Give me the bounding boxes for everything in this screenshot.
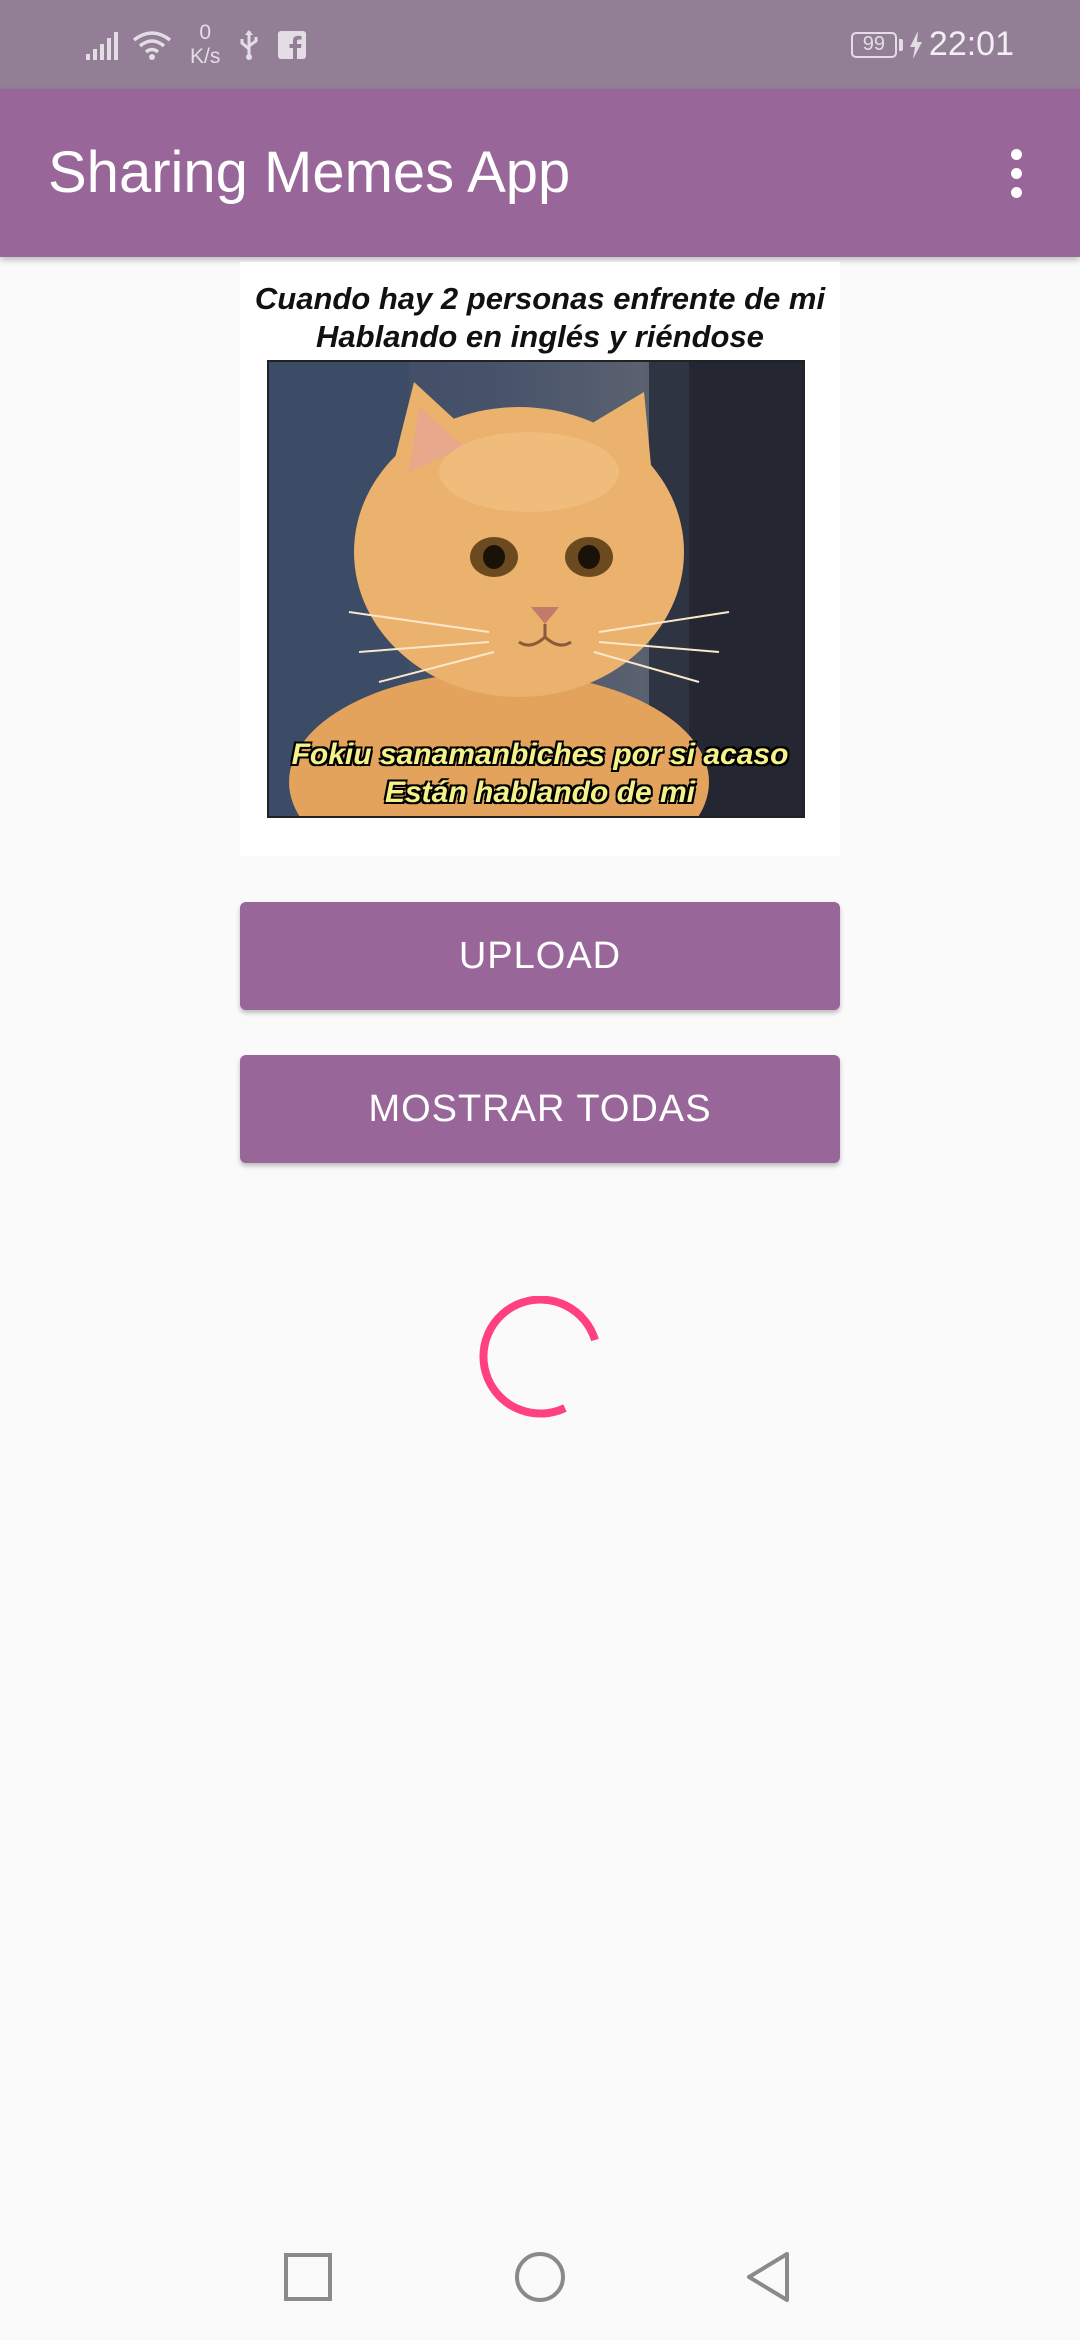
battery-level: 99 [862,33,886,55]
status-bar: 0 K/s 99 22:01 [0,0,1080,89]
meme-caption-bottom-line1: Fokiu sanamanbiches por si acaso [291,738,789,771]
status-left: 0 K/s [86,0,307,89]
net-speed: 0 K/s [190,21,220,69]
meme-caption-top-line2: Hablando en inglés y riéndose [316,319,764,354]
charging-icon [909,30,922,59]
clock: 22:01 [928,25,1014,63]
recents-square-icon[interactable] [268,2237,348,2317]
meme-caption-top-line1: Cuando hay 2 personas enfrente de mi [254,281,826,316]
meme-caption-bottom-line2: Están hablando de mi [384,776,696,809]
net-speed-value: 0 [199,20,212,44]
signal-icon [86,31,118,60]
facebook-icon [278,30,307,59]
wifi-icon [132,30,172,60]
battery-icon: 99 [850,31,897,58]
home-circle-icon[interactable] [500,2237,580,2317]
usb-icon [240,29,258,60]
meme-caption-top: Cuando hay 2 personas enfrente de mi Hab… [240,280,840,356]
meme-caption-bottom: Fokiu sanamanbiches por si acaso Están h… [240,736,840,812]
status-right: 99 22:01 [850,0,1014,89]
dot [1010,186,1022,198]
loading-spinner [479,1296,599,1418]
battery-tip [898,38,903,51]
nav-bar [0,2214,1080,2340]
back-triangle-icon[interactable] [728,2237,808,2317]
app-title: Sharing Memes App [48,140,571,205]
dot [1010,167,1022,179]
screen: 0 K/s 99 22:01 Sharing Memes App Cuando … [0,0,1080,2340]
upload-button[interactable]: UPLOAD [240,902,840,1010]
dot [1010,148,1022,160]
net-speed-unit: K/s [190,44,221,68]
app-bar: Sharing Memes App [0,89,1080,257]
show-all-button[interactable]: MOSTRAR TODAS [240,1055,840,1163]
more-vert-icon[interactable] [992,143,1040,203]
meme-image: Cuando hay 2 personas enfrente de mi Hab… [240,262,840,856]
